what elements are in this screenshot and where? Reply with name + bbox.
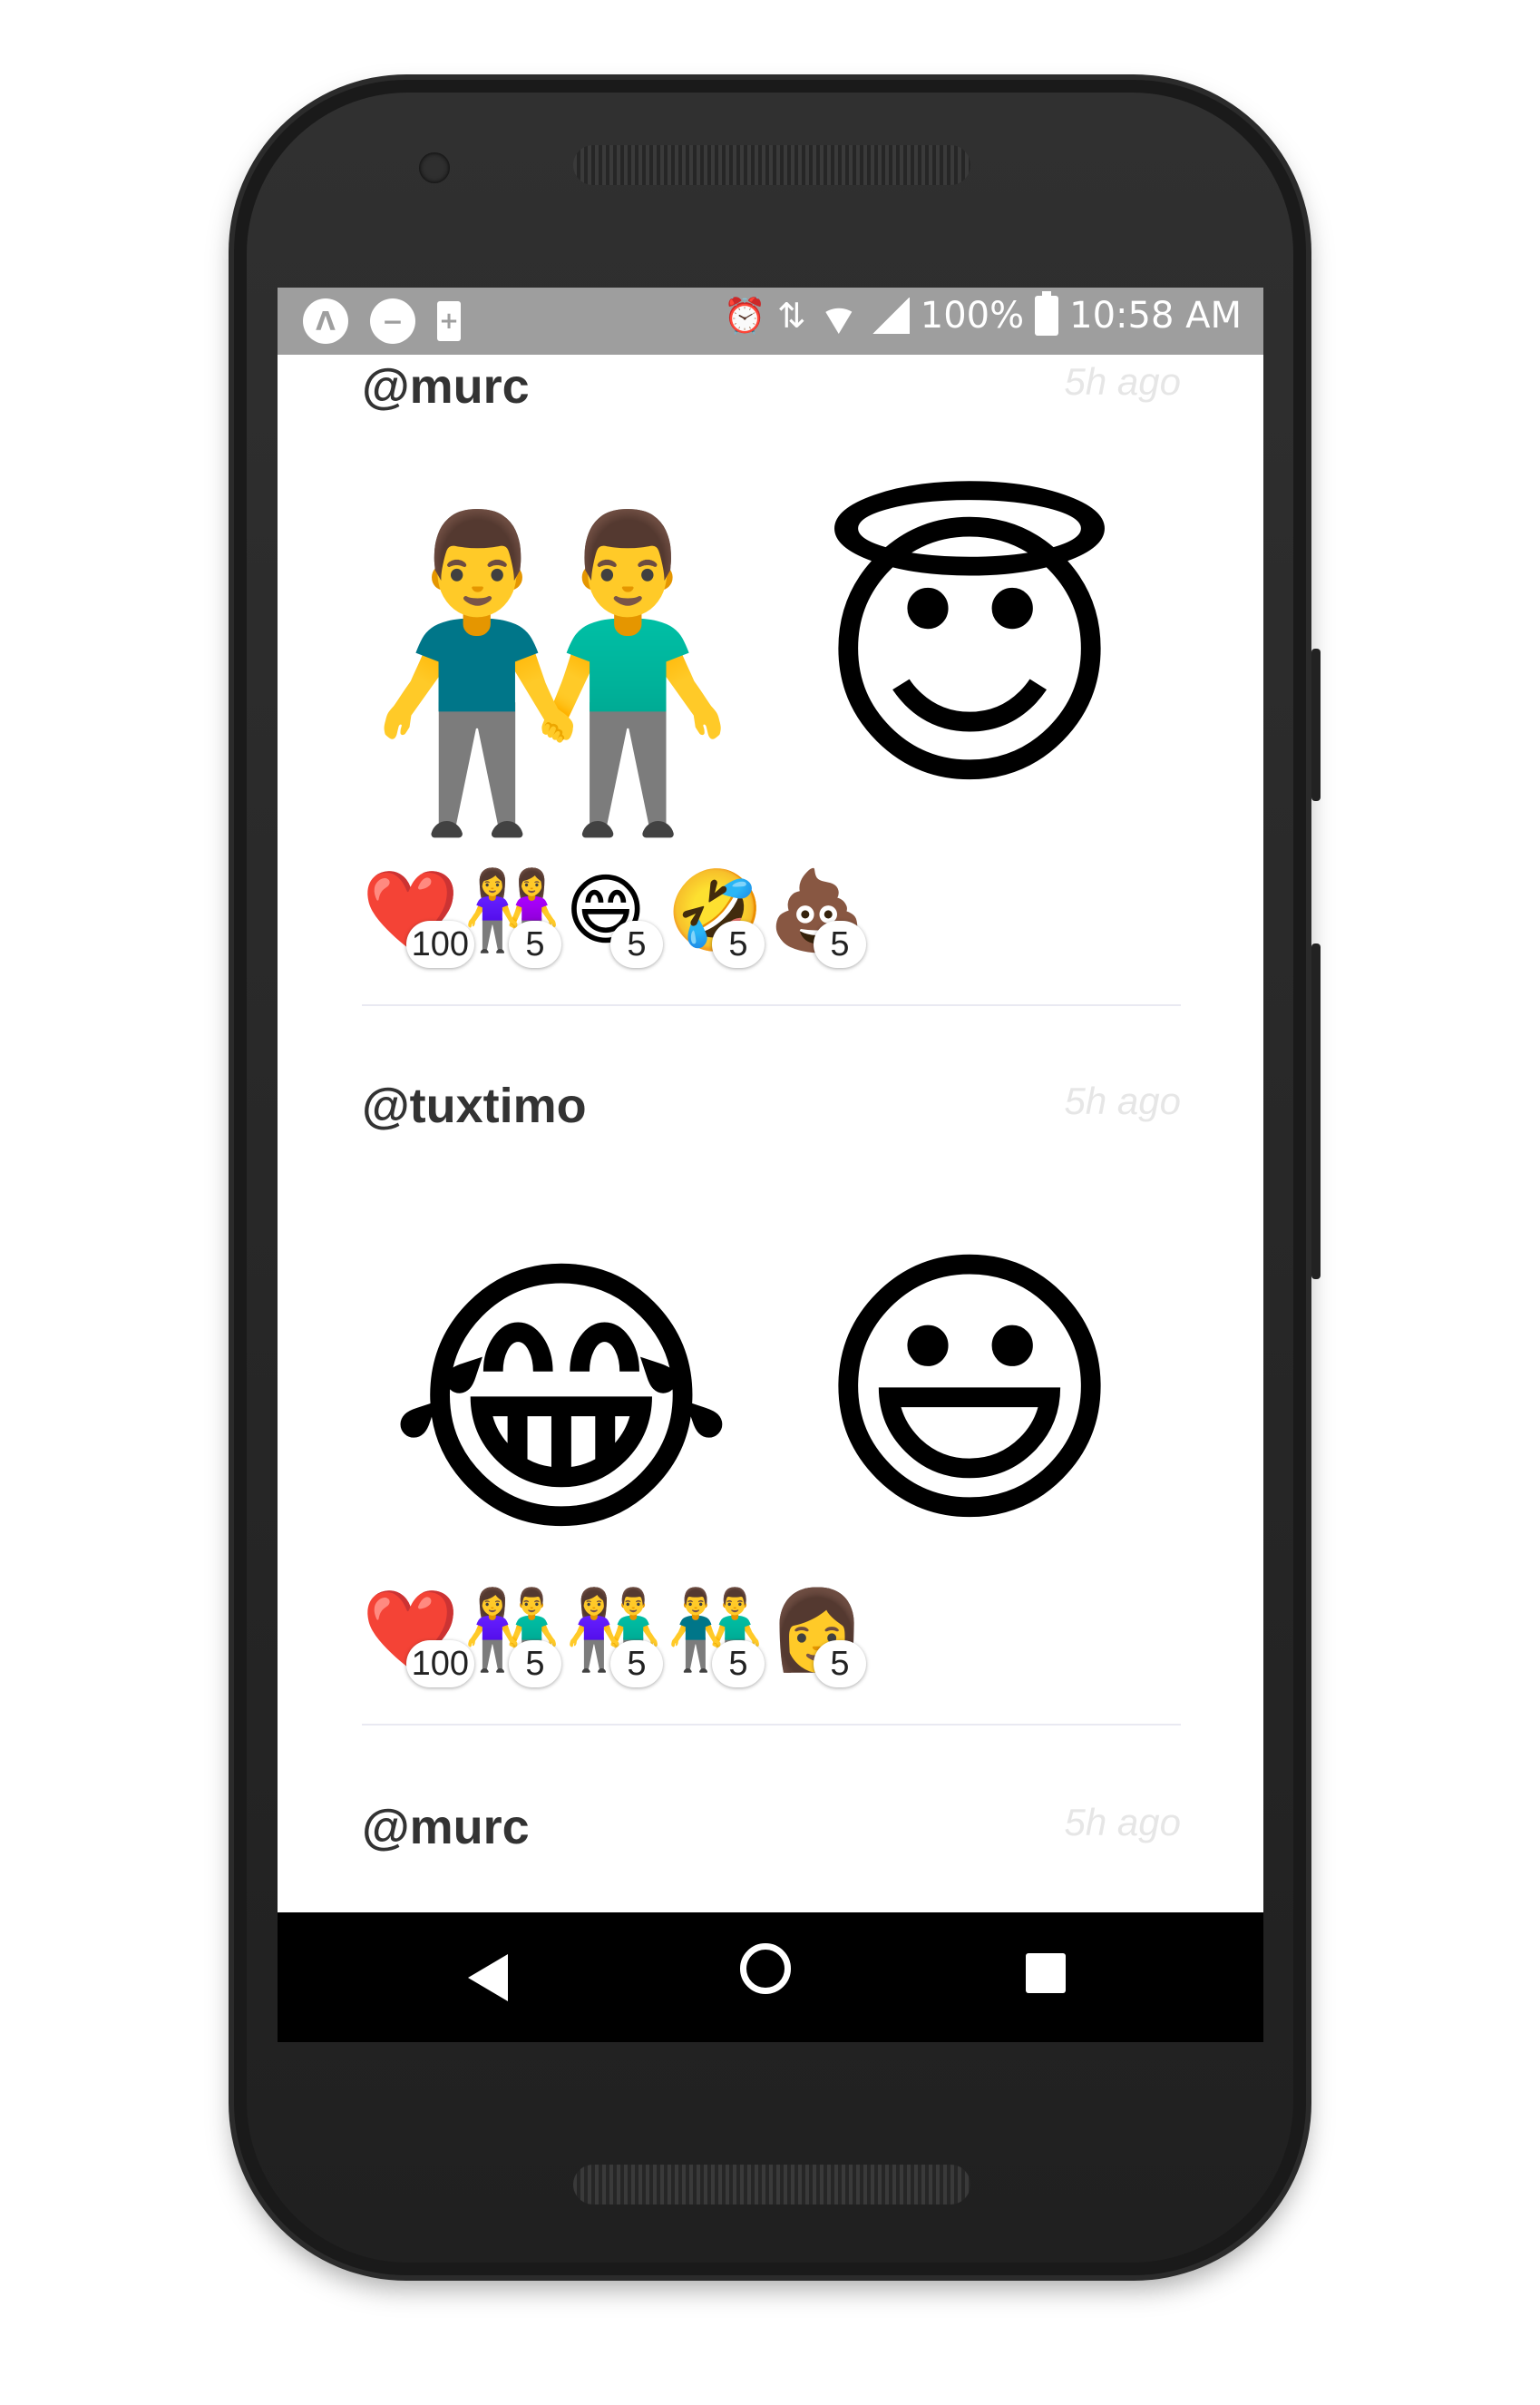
reaction-count: 5 bbox=[610, 1640, 663, 1687]
feed[interactable]: @murc 5h ago 👬 😇 ❤️ 100 👭 5 😄 5 🤣 5 💩 5 … bbox=[278, 355, 1263, 1897]
divider bbox=[362, 1004, 1181, 1006]
power-button bbox=[1311, 649, 1321, 801]
reaction-count: 5 bbox=[509, 1640, 561, 1687]
post-time: 5h ago bbox=[1064, 1080, 1181, 1122]
reaction[interactable]: 👩 5 bbox=[768, 1591, 866, 1687]
reaction[interactable]: 👭 5 bbox=[463, 872, 561, 968]
post: @murc 5h ago 👬 😇 ❤️ 100 👭 5 😄 5 🤣 5 💩 5 bbox=[362, 355, 1181, 1008]
reaction-bar: ❤️ 100 👫 5 👫 5 👬 5 👩 5 bbox=[362, 1591, 866, 1687]
post-time: 5h ago bbox=[1064, 360, 1181, 403]
reaction-bar: ❤️ 100 👭 5 😄 5 🤣 5 💩 5 bbox=[362, 872, 866, 968]
app-icon: Λ bbox=[303, 298, 348, 344]
post-emoji: 😇 bbox=[813, 480, 1126, 828]
top-speaker bbox=[573, 145, 970, 185]
home-icon[interactable] bbox=[740, 1943, 791, 1994]
reaction[interactable]: 💩 5 bbox=[768, 872, 866, 968]
battery-percent: 100% bbox=[920, 295, 1025, 337]
bottom-speaker bbox=[573, 2165, 970, 2205]
reaction-count: 5 bbox=[610, 921, 663, 968]
post-username[interactable]: @murc bbox=[362, 358, 530, 415]
reaction[interactable]: ❤️ 100 bbox=[362, 1591, 474, 1687]
post: @murc 5h ago bbox=[362, 1795, 1181, 1897]
post-emoji: 😃 bbox=[813, 1217, 1126, 1566]
signal-icon bbox=[871, 298, 910, 334]
reaction[interactable]: 👫 5 bbox=[463, 1591, 561, 1687]
divider bbox=[362, 1724, 1181, 1726]
post-username[interactable]: @murc bbox=[362, 1799, 530, 1855]
screen: Λ − + ⏰ ⇅ 100% 10:58 AM @murc 5h ago 👬 😇… bbox=[278, 288, 1263, 2042]
reaction-count: 5 bbox=[712, 921, 765, 968]
reaction-count: 5 bbox=[712, 1640, 765, 1687]
battery-icon bbox=[1035, 291, 1059, 336]
post-emoji: 😂 bbox=[386, 1227, 736, 1575]
back-icon[interactable] bbox=[468, 1954, 508, 2001]
post: @tuxtimo 5h ago 😂 😃 ❤️ 100 👫 5 👫 5 👬 5 👩… bbox=[362, 1074, 1181, 1727]
reaction[interactable]: 😄 5 bbox=[565, 872, 663, 968]
battery-saver-icon: + bbox=[437, 301, 461, 341]
clock: 10:58 AM bbox=[1069, 295, 1242, 337]
reaction-count: 5 bbox=[814, 921, 866, 968]
data-arrows-icon: ⇅ bbox=[776, 296, 806, 336]
reaction[interactable]: 👬 5 bbox=[667, 1591, 765, 1687]
reaction-count: 5 bbox=[509, 921, 561, 968]
alarm-icon: ⏰ bbox=[723, 295, 766, 336]
post-time: 5h ago bbox=[1064, 1801, 1181, 1843]
volume-button bbox=[1311, 943, 1321, 1279]
reaction-count: 5 bbox=[814, 1640, 866, 1687]
navigation-bar bbox=[278, 1912, 1263, 2042]
status-bar: Λ − + ⏰ ⇅ 100% 10:58 AM bbox=[278, 288, 1263, 355]
do-not-disturb-icon: − bbox=[370, 298, 415, 344]
front-camera bbox=[419, 152, 450, 183]
recents-icon[interactable] bbox=[1026, 1953, 1066, 1993]
post-emoji: 👬 bbox=[366, 498, 739, 846]
reaction[interactable]: 🤣 5 bbox=[667, 872, 765, 968]
wifi-icon bbox=[816, 298, 861, 334]
post-username[interactable]: @tuxtimo bbox=[362, 1078, 587, 1134]
reaction[interactable]: ❤️ 100 bbox=[362, 872, 474, 968]
reaction[interactable]: 👫 5 bbox=[565, 1591, 663, 1687]
